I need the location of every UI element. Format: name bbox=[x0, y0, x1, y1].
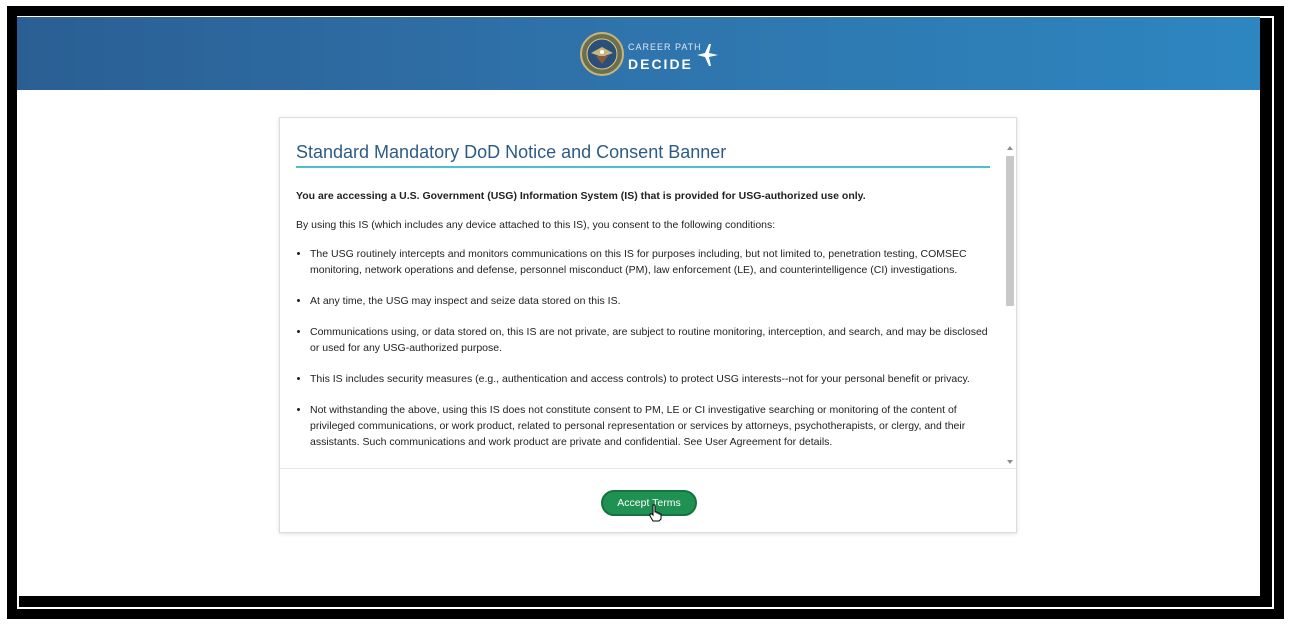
scrollbar-thumb[interactable] bbox=[1006, 156, 1014, 306]
plane-icon bbox=[697, 44, 718, 66]
scroll-down-icon[interactable] bbox=[1007, 460, 1013, 464]
title-divider bbox=[296, 166, 990, 168]
list-item: At any time, the USG may inspect and sei… bbox=[310, 293, 996, 309]
brand-subtitle: CAREER PATH bbox=[628, 42, 702, 52]
app-header: CAREER PATH DECIDE bbox=[17, 17, 1260, 90]
scroll-up-icon[interactable] bbox=[1007, 146, 1013, 150]
conditions-list: The USG routinely intercepts and monitor… bbox=[296, 246, 996, 450]
dod-seal-icon bbox=[580, 32, 624, 76]
list-item: This IS includes security measures (e.g.… bbox=[310, 371, 996, 387]
consent-card: Standard Mandatory DoD Notice and Consen… bbox=[279, 117, 1017, 533]
app-screen: CAREER PATH DECIDE Standard Mandatory Do… bbox=[17, 17, 1260, 596]
consent-scroll-area[interactable]: Standard Mandatory DoD Notice and Consen… bbox=[280, 118, 1016, 469]
brand-title: DECIDE bbox=[628, 56, 693, 72]
banner-intro: By using this IS (which includes any dev… bbox=[296, 219, 776, 231]
banner-lead: You are accessing a U.S. Government (USG… bbox=[296, 190, 866, 202]
vertical-scrollbar[interactable] bbox=[1004, 144, 1016, 466]
banner-title: Standard Mandatory DoD Notice and Consen… bbox=[296, 142, 727, 162]
banner-content: You are accessing a U.S. Government (USG… bbox=[296, 188, 996, 465]
list-item: Communications using, or data stored on,… bbox=[310, 324, 996, 356]
hand-cursor-icon bbox=[649, 504, 662, 522]
list-item: Not withstanding the above, using this I… bbox=[310, 402, 996, 450]
list-item: The USG routinely intercepts and monitor… bbox=[310, 246, 996, 278]
